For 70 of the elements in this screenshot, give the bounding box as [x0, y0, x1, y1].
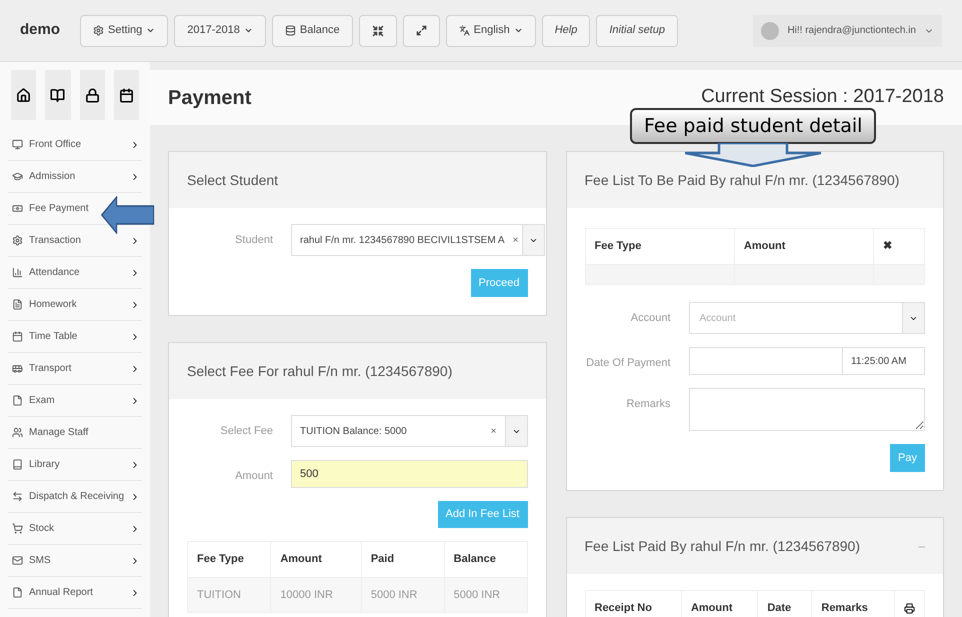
- sidebar-item-label: Library: [29, 458, 60, 472]
- sidebar-item[interactable]: Transport: [8, 353, 76, 384]
- column-header: Amount: [681, 590, 758, 617]
- callout-label: Fee paid student detail: [630, 108, 876, 144]
- select-value: TUITION Balance: 5000: [299, 424, 408, 438]
- sidebar-item-label: Transaction: [29, 234, 81, 248]
- sidebar-item-label: Homework: [29, 298, 77, 312]
- student-select[interactable]: rahul F/n mr. 1234567890 BECIVIL1STSEM A ×: [291, 224, 546, 256]
- clear-icon[interactable]: ×: [512, 232, 522, 248]
- column-header: Fee Type: [585, 228, 734, 264]
- sidebar-item[interactable]: Attendance: [8, 257, 84, 288]
- field-label: Remarks: [625, 397, 672, 412]
- clear-icon[interactable]: ×: [490, 424, 504, 438]
- user-menu-button[interactable]: Hi!! rajendra@junctiontech.in: [753, 14, 942, 46]
- balance-button[interactable]: Balance: [272, 14, 353, 46]
- column-header: Fee Type: [188, 542, 271, 578]
- panel-title: Select Student: [187, 170, 278, 190]
- field-label: Account: [630, 311, 672, 326]
- sidebar-item[interactable]: Transaction: [8, 225, 85, 256]
- sidebar-item[interactable]: Stock: [8, 513, 58, 544]
- time-input[interactable]: 11:25:00 AM: [843, 347, 925, 375]
- sidebar-item-label: Exam: [29, 394, 55, 408]
- sidebar-item-label: Attendance: [29, 266, 80, 280]
- setting-menu-button[interactable]: Setting: [80, 14, 168, 46]
- language-menu-button[interactable]: English: [446, 14, 536, 46]
- sidebar-item-label: Admission: [29, 170, 76, 184]
- select-placeholder: Account: [698, 312, 737, 326]
- panel-title: Select Fee For rahul F/n mr. (1234567890): [187, 362, 452, 381]
- sidebar-item[interactable]: Library: [8, 449, 64, 480]
- table-cell: TUITION: [188, 578, 271, 612]
- current-session: Current Session : 2017-2018: [701, 85, 944, 110]
- table-cell: 5000 INR: [361, 578, 444, 612]
- panel-title: Fee List Paid By rahul F/n mr. (1234567890): [584, 536, 860, 556]
- brand-name: demo: [20, 20, 62, 40]
- sidebar-item-label: Fee Payment: [29, 202, 88, 216]
- sidebar-item-label: Stock: [29, 522, 54, 536]
- column-header: Remarks: [812, 590, 894, 617]
- sidebar-item-label: SMS: [29, 554, 51, 568]
- panel-title: Fee List To Be Paid By rahul F/n mr. (1234567890): [584, 170, 900, 190]
- fee-select[interactable]: TUITION Balance: 5000 ×: [291, 415, 528, 447]
- table-cell: 10000 INR: [270, 578, 362, 612]
- field-label: Amount: [234, 469, 274, 484]
- header-button[interactable]: Initial setup: [596, 14, 678, 46]
- field-label: Student: [234, 233, 274, 248]
- table-cell: 5000 INR: [444, 578, 527, 612]
- field-label: Date Of Payment: [585, 356, 672, 371]
- sidebar-item[interactable]: Manage Staff: [8, 417, 92, 448]
- sidebar-item-label: Time Table: [29, 330, 78, 344]
- sidebar-item[interactable]: Annual Report: [8, 577, 97, 608]
- header-button[interactable]: Help: [542, 14, 590, 46]
- sidebar-item[interactable]: Admission: [8, 161, 80, 192]
- sidebar-item-label: Manage Staff: [29, 426, 88, 440]
- column-header: Receipt No: [585, 590, 682, 617]
- sidebar-item[interactable]: SMS: [8, 545, 55, 576]
- sidebar-item[interactable]: Dispatch & Receiving: [8, 481, 128, 512]
- sidebar-item[interactable]: Exam: [8, 385, 59, 416]
- sidebar-item[interactable]: Time Table: [8, 321, 82, 352]
- sidebar-item[interactable]: Front Office: [8, 129, 86, 160]
- sidebar-item-label: Dispatch & Receiving: [29, 490, 124, 504]
- sidebar-item-label: Front Office: [29, 138, 82, 152]
- session-menu-button[interactable]: 2017-2018: [174, 14, 266, 46]
- sidebar-item[interactable]: Fee Payment: [8, 193, 92, 224]
- sidebar-item[interactable]: Homework: [8, 289, 81, 320]
- field-label: Select Fee: [219, 424, 274, 439]
- page-title: Payment: [168, 86, 252, 110]
- sidebar-item-label: Transport: [29, 362, 72, 376]
- amount-input[interactable]: 500: [291, 460, 528, 488]
- column-header: Date: [758, 590, 812, 617]
- select-value: rahul F/n mr. 1234567890 BECIVIL1STSEM A: [299, 234, 506, 248]
- sidebar-item-label: Annual Report: [29, 586, 93, 600]
